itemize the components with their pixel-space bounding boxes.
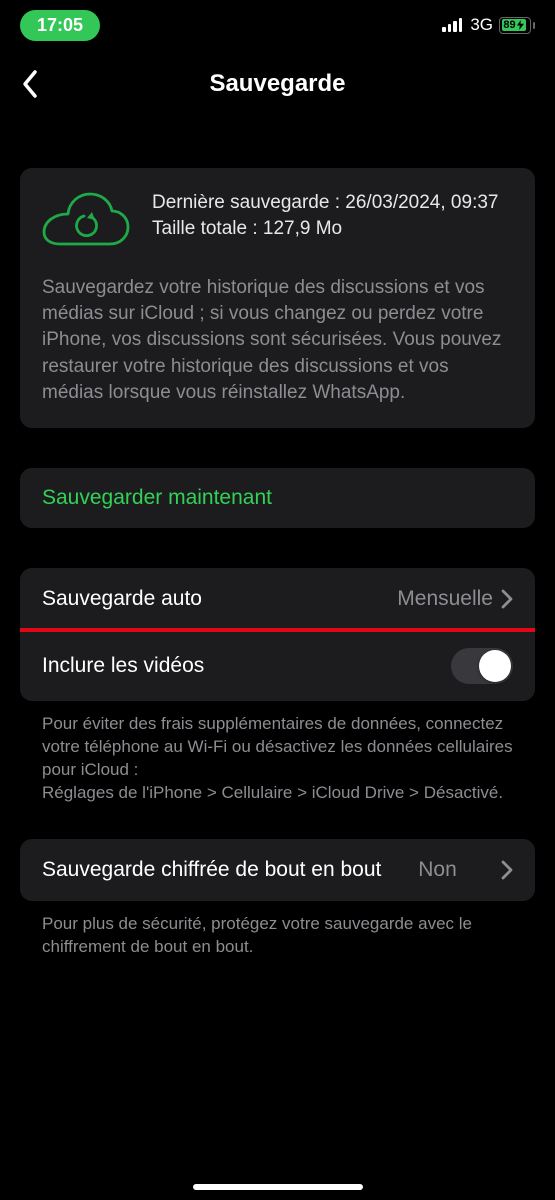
status-time: 17:05 [20,10,100,41]
battery-icon: 89 [499,17,535,34]
page-title: Sauvegarde [209,70,345,98]
include-videos-label: Inclure les vidéos [42,654,451,678]
auto-backup-row[interactable]: Sauvegarde auto Mensuelle [20,568,535,630]
total-size-value: 127,9 Mo [263,218,342,239]
e2e-encryption-label: Sauvegarde chiffrée de bout en bout [42,858,382,882]
home-indicator[interactable] [193,1184,363,1190]
backup-now-button[interactable]: Sauvegarder maintenant [20,468,535,528]
back-button[interactable] [10,64,50,104]
backup-settings-group-1: Sauvegarde auto Mensuelle Inclure les vi… [20,568,535,701]
status-right: 3G 89 [442,15,535,35]
status-bar: 17:05 3G 89 [0,0,555,50]
content: Dernière sauvegarde : 26/03/2024, 09:37 … [0,118,555,959]
data-warning-note: Pour éviter des frais supplémentaires de… [20,701,535,805]
total-size-label: Taille totale : [152,218,263,239]
nav-header: Sauvegarde [0,50,555,118]
cloud-refresh-icon [42,192,130,259]
chevron-right-icon [501,860,513,880]
last-backup-label: Dernière sauvegarde : [152,192,345,213]
include-videos-row: Inclure les vidéos [20,630,535,701]
backup-info-card: Dernière sauvegarde : 26/03/2024, 09:37 … [20,168,535,428]
chevron-right-icon [501,589,513,609]
network-label: 3G [470,15,493,35]
auto-backup-label: Sauvegarde auto [42,587,397,611]
signal-icon [442,18,462,32]
backup-settings-group-2: Sauvegarde chiffrée de bout en bout Non [20,839,535,901]
chevron-left-icon [21,69,39,99]
e2e-encryption-value: Non [418,858,457,882]
include-videos-toggle[interactable] [451,648,513,684]
battery-percent: 89 [503,19,515,31]
last-backup-value: 26/03/2024, 09:37 [345,192,498,213]
backup-description: Sauvegardez votre historique des discuss… [42,275,513,406]
backup-info-lines: Dernière sauvegarde : 26/03/2024, 09:37 … [152,190,513,241]
e2e-note: Pour plus de sécurité, protégez votre sa… [20,901,535,959]
e2e-encryption-row[interactable]: Sauvegarde chiffrée de bout en bout Non [20,839,535,901]
auto-backup-value: Mensuelle [397,587,493,611]
